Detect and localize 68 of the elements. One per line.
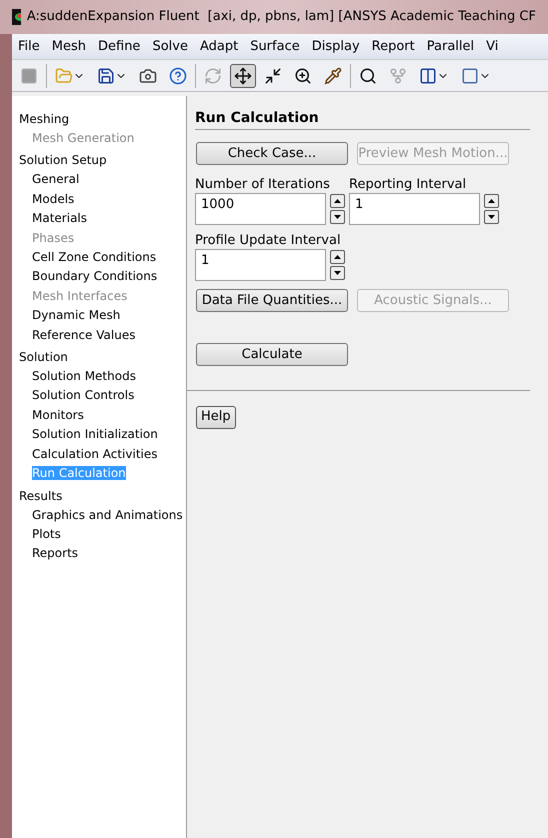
tree-item[interactable]: Reference Values (32, 328, 136, 342)
tree-item[interactable]: Solution Controls (32, 388, 134, 402)
spin-down-button[interactable] (330, 210, 345, 224)
tree-group[interactable]: Meshing (19, 110, 186, 128)
tree-item[interactable]: Dynamic Mesh (32, 308, 120, 322)
down-triangle-icon (334, 271, 341, 275)
field-label: Profile Update Interval (195, 233, 342, 249)
panel-title: Run Calculation (195, 109, 320, 128)
down-triangle-icon (334, 215, 341, 219)
field-label: Reporting Interval (349, 177, 468, 193)
tree-item[interactable]: Calculation Activities (32, 446, 158, 461)
menu-item[interactable]: Parallel (420, 36, 480, 56)
zoom-icon (359, 66, 377, 84)
down-triangle-icon (488, 215, 495, 219)
menu-item[interactable]: Surface (244, 36, 306, 56)
tree-item[interactable]: Materials (32, 211, 88, 226)
number-field[interactable]: 1000 (195, 193, 326, 225)
toolbar-button[interactable] (230, 64, 256, 88)
menu-item[interactable]: Adapt (194, 36, 244, 56)
tree-item[interactable]: Graphics and Animations (32, 508, 183, 522)
tree-item[interactable]: Boundary Conditions (32, 269, 158, 284)
rotate-icon (204, 66, 222, 84)
menu-item[interactable]: Mesh (46, 36, 92, 56)
tree-group[interactable]: Solution (19, 348, 186, 366)
move-icon (234, 66, 252, 84)
camera-icon (139, 66, 157, 84)
panel-button[interactable]: Check Case... (196, 142, 348, 165)
menu-item[interactable]: File (12, 36, 46, 56)
menu-item[interactable]: Define (92, 36, 146, 56)
tree-item[interactable]: General (32, 172, 80, 186)
spin-down-button[interactable] (484, 210, 499, 224)
tree-item[interactable]: Cell Zone Conditions (32, 250, 156, 264)
help-icon (169, 66, 187, 84)
window-title: A:suddenExpansion Fluent [axi, dp, pbns, lam] [ANSYS Academic Teaching CF (26, 8, 536, 26)
spin-up-button[interactable] (330, 250, 345, 264)
tree-group[interactable]: Solution Setup (19, 151, 186, 170)
up-triangle-icon (488, 199, 495, 203)
spin-up-button[interactable] (484, 194, 499, 208)
menu-item[interactable]: Report (366, 36, 421, 56)
calculate-button[interactable]: Calculate (196, 343, 348, 366)
save-icon (97, 66, 115, 84)
help-button[interactable]: Help (196, 406, 236, 428)
menu-item[interactable]: Solve (146, 36, 194, 56)
tree-item[interactable]: Plots (32, 526, 61, 541)
zoom-in-icon (294, 66, 312, 84)
spin-up-button[interactable] (330, 194, 345, 208)
number-field[interactable]: 1 (349, 193, 480, 225)
tree-item[interactable]: Reports (32, 546, 78, 560)
block-icon (20, 66, 38, 84)
tree-group[interactable]: Results (19, 486, 186, 504)
up-triangle-icon (334, 199, 341, 203)
field-label: Number of Iterations (195, 177, 331, 193)
zoom-fit-icon (264, 66, 282, 84)
menu-item[interactable]: Display (306, 36, 366, 56)
up-triangle-icon (334, 255, 341, 259)
tree-item[interactable]: Monitors (32, 408, 84, 422)
tree-item[interactable]: Solution Initialization (32, 427, 158, 442)
panel-button[interactable]: Data File Quantities... (196, 289, 348, 312)
folder-icon (55, 66, 73, 84)
eyedropper-icon (324, 66, 342, 84)
tree-item[interactable]: Models (32, 192, 74, 206)
tree-item[interactable]: Solution Methods (32, 369, 136, 384)
spin-down-button[interactable] (330, 266, 345, 280)
menu-item[interactable]: Vi (480, 36, 504, 56)
app-logo-icon (12, 9, 21, 25)
square-icon (461, 66, 479, 84)
number-field[interactable]: 1 (195, 249, 326, 281)
layout-icon (419, 66, 437, 84)
